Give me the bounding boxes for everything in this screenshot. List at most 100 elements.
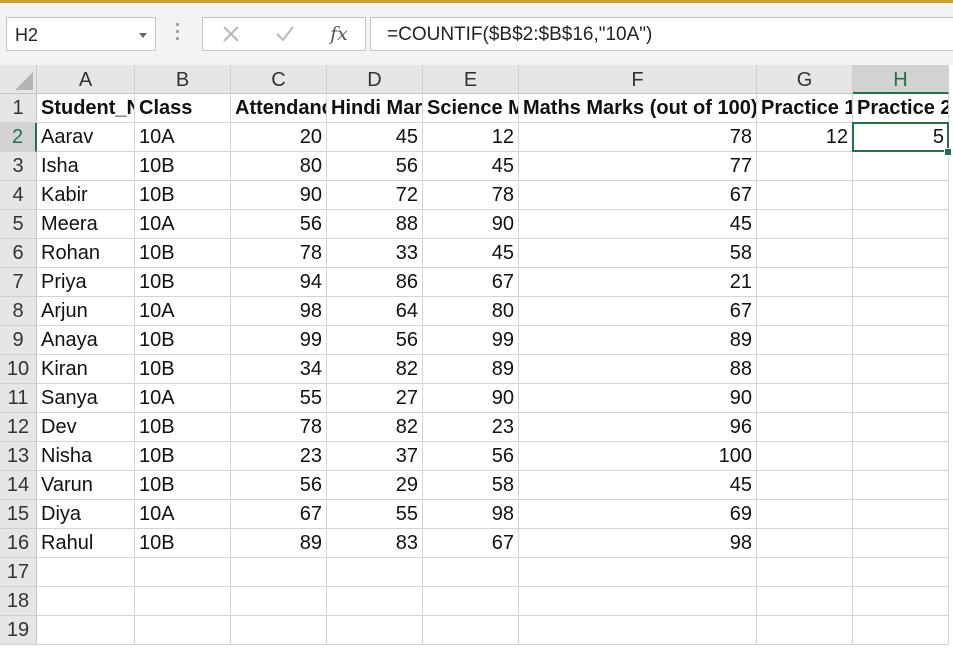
cell-e9[interactable]: 99 [423,326,519,355]
header-cell-f[interactable]: Maths Marks (out of 100) [519,94,757,123]
cell-d14[interactable]: 29 [327,471,423,500]
cell-f14[interactable]: 45 [519,471,757,500]
cell-d6[interactable]: 33 [327,239,423,268]
cell-f15[interactable]: 69 [519,500,757,529]
cell-b3[interactable]: 10B [135,152,231,181]
cell-h12[interactable] [853,413,949,442]
cell-f16[interactable]: 98 [519,529,757,558]
cell-d3[interactable]: 56 [327,152,423,181]
cell-g15[interactable] [757,500,853,529]
cell-d17[interactable] [327,558,423,587]
cell-a15[interactable]: Diya [37,500,135,529]
column-header-h[interactable]: H [853,65,949,94]
cell-b5[interactable]: 10A [135,210,231,239]
cell-e5[interactable]: 90 [423,210,519,239]
cell-b17[interactable] [135,558,231,587]
cell-f19[interactable] [519,616,757,645]
cell-a8[interactable]: Arjun [37,297,135,326]
cell-h6[interactable] [853,239,949,268]
cell-h10[interactable] [853,355,949,384]
column-header-c[interactable]: C [231,65,327,94]
cell-b4[interactable]: 10B [135,181,231,210]
cell-a19[interactable] [37,616,135,645]
cell-g7[interactable] [757,268,853,297]
row-header-16[interactable]: 16 [0,529,37,558]
cell-d18[interactable] [327,587,423,616]
cell-c6[interactable]: 78 [231,239,327,268]
cell-c7[interactable]: 94 [231,268,327,297]
formula-bar-grip-icon[interactable] [176,23,180,43]
cell-h19[interactable] [853,616,949,645]
column-header-g[interactable]: G [757,65,853,94]
cell-h11[interactable] [853,384,949,413]
cell-f9[interactable]: 89 [519,326,757,355]
cell-e2[interactable]: 12 [423,123,519,152]
cell-b14[interactable]: 10B [135,471,231,500]
cell-f5[interactable]: 45 [519,210,757,239]
cell-d4[interactable]: 72 [327,181,423,210]
cell-h5[interactable] [853,210,949,239]
cell-e4[interactable]: 78 [423,181,519,210]
cell-g19[interactable] [757,616,853,645]
header-cell-b[interactable]: Class [135,94,231,123]
cell-b19[interactable] [135,616,231,645]
cell-c13[interactable]: 23 [231,442,327,471]
cell-a7[interactable]: Priya [37,268,135,297]
cell-a14[interactable]: Varun [37,471,135,500]
cell-d2[interactable]: 45 [327,123,423,152]
row-header-2[interactable]: 2 [0,123,37,152]
cell-b10[interactable]: 10B [135,355,231,384]
row-header-6[interactable]: 6 [0,239,37,268]
cell-c18[interactable] [231,587,327,616]
row-header-7[interactable]: 7 [0,268,37,297]
cell-a2[interactable]: Aarav [37,123,135,152]
cancel-x-icon[interactable] [211,18,251,50]
formula-input[interactable]: =COUNTIF($B$2:$B$16,"10A") [370,17,953,51]
row-header-19[interactable]: 19 [0,616,37,645]
cell-g9[interactable] [757,326,853,355]
cell-c3[interactable]: 80 [231,152,327,181]
cell-e7[interactable]: 67 [423,268,519,297]
cell-f11[interactable]: 90 [519,384,757,413]
cell-f12[interactable]: 96 [519,413,757,442]
row-header-18[interactable]: 18 [0,587,37,616]
cell-g2[interactable]: 12 [757,123,853,152]
cell-f17[interactable] [519,558,757,587]
cell-c8[interactable]: 98 [231,297,327,326]
cell-d9[interactable]: 56 [327,326,423,355]
cell-c4[interactable]: 90 [231,181,327,210]
cell-c15[interactable]: 67 [231,500,327,529]
cell-b13[interactable]: 10B [135,442,231,471]
fill-handle[interactable] [944,148,952,156]
cell-h7[interactable] [853,268,949,297]
cell-d8[interactable]: 64 [327,297,423,326]
cell-f6[interactable]: 58 [519,239,757,268]
cell-d12[interactable]: 82 [327,413,423,442]
cell-e11[interactable]: 90 [423,384,519,413]
cell-g8[interactable] [757,297,853,326]
cell-e12[interactable]: 23 [423,413,519,442]
select-all-corner[interactable] [0,65,37,94]
cell-e17[interactable] [423,558,519,587]
row-header-12[interactable]: 12 [0,413,37,442]
cell-h16[interactable] [853,529,949,558]
cell-f10[interactable]: 88 [519,355,757,384]
row-header-3[interactable]: 3 [0,152,37,181]
cell-a18[interactable] [37,587,135,616]
row-header-9[interactable]: 9 [0,326,37,355]
cell-c11[interactable]: 55 [231,384,327,413]
cell-e8[interactable]: 80 [423,297,519,326]
cell-e16[interactable]: 67 [423,529,519,558]
cell-g3[interactable] [757,152,853,181]
cell-g6[interactable] [757,239,853,268]
cell-c14[interactable]: 56 [231,471,327,500]
cell-d13[interactable]: 37 [327,442,423,471]
cell-g17[interactable] [757,558,853,587]
cell-h8[interactable] [853,297,949,326]
row-header-8[interactable]: 8 [0,297,37,326]
cell-g12[interactable] [757,413,853,442]
cell-a12[interactable]: Dev [37,413,135,442]
cell-g5[interactable] [757,210,853,239]
name-box[interactable]: H2 [6,17,156,51]
column-header-b[interactable]: B [135,65,231,94]
